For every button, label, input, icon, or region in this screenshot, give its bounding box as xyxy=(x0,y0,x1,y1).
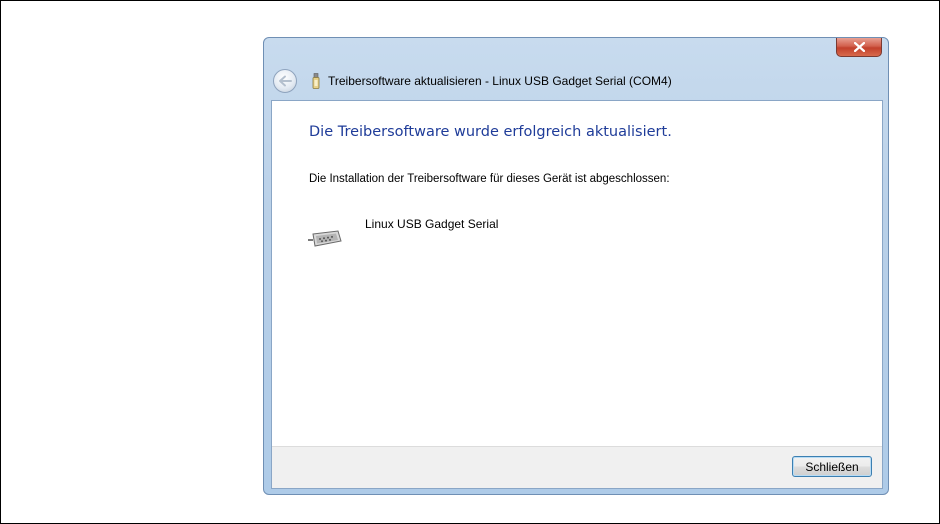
back-arrow-icon xyxy=(279,75,292,87)
back-button[interactable] xyxy=(273,69,297,93)
window-close-button[interactable] xyxy=(836,38,882,57)
close-icon xyxy=(853,42,865,52)
device-name: Linux USB Gadget Serial xyxy=(365,217,499,231)
dialog-content: Die Treibersoftware wurde erfolgreich ak… xyxy=(271,100,883,489)
status-description: Die Installation der Treibersoftware für… xyxy=(309,173,670,185)
update-driver-dialog: Treibersoftware aktualisieren - Linux US… xyxy=(263,37,889,495)
usb-device-icon xyxy=(312,73,320,89)
dialog-footer: Schließen xyxy=(272,446,882,488)
page-frame: Treibersoftware aktualisieren - Linux US… xyxy=(0,0,940,524)
page-heading: Die Treibersoftware wurde erfolgreich ak… xyxy=(309,124,672,140)
serial-port-icon xyxy=(308,230,342,247)
window-title: Treibersoftware aktualisieren - Linux US… xyxy=(328,74,672,88)
close-button[interactable]: Schließen xyxy=(792,456,872,477)
